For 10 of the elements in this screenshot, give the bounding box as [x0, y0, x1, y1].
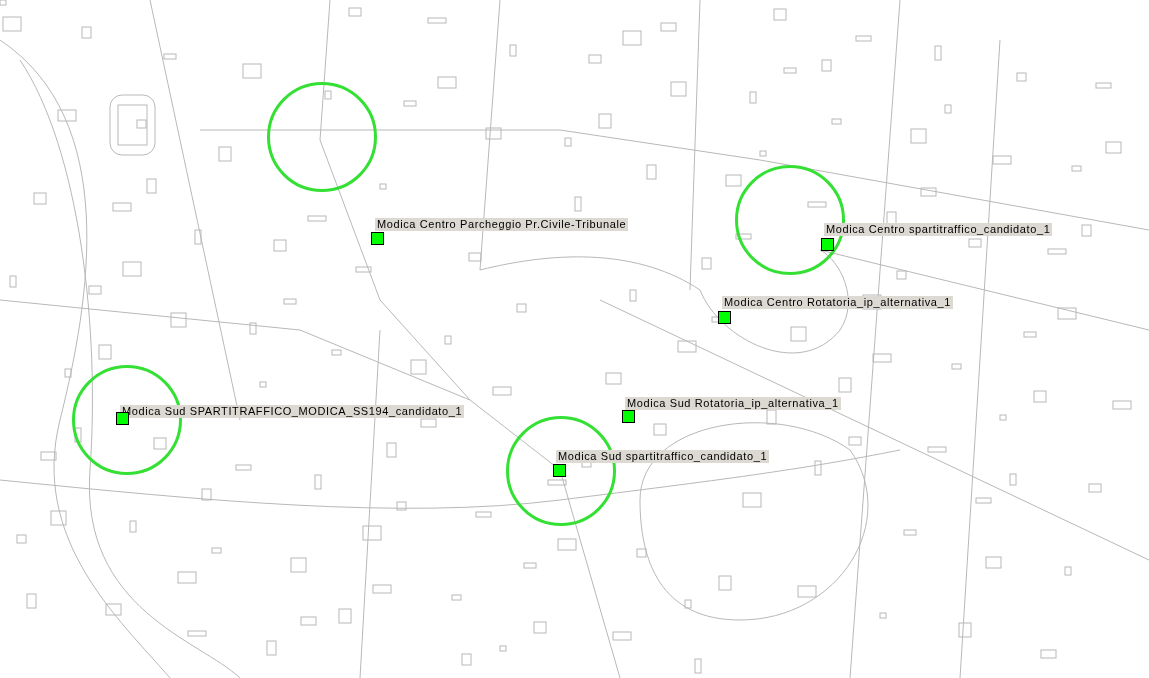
site-label: Modica Sud spartitraffico_candidato_1 [556, 450, 770, 463]
site-marker[interactable] [622, 410, 635, 423]
site-label: Modica Centro Parcheggio Pr.Civile-Tribunale [375, 218, 629, 231]
site-marker[interactable] [718, 311, 731, 324]
site-label: Modica Sud Rotatoria_ip_alternativa_1 [625, 397, 841, 410]
site-marker[interactable] [371, 232, 384, 245]
site-label: Modica Centro Rotatoria_ip_alternativa_1 [722, 296, 953, 309]
site-marker[interactable] [821, 238, 834, 251]
site-label: Modica Centro spartitraffico_candidato_1 [824, 223, 1053, 236]
site-marker[interactable] [553, 464, 566, 477]
